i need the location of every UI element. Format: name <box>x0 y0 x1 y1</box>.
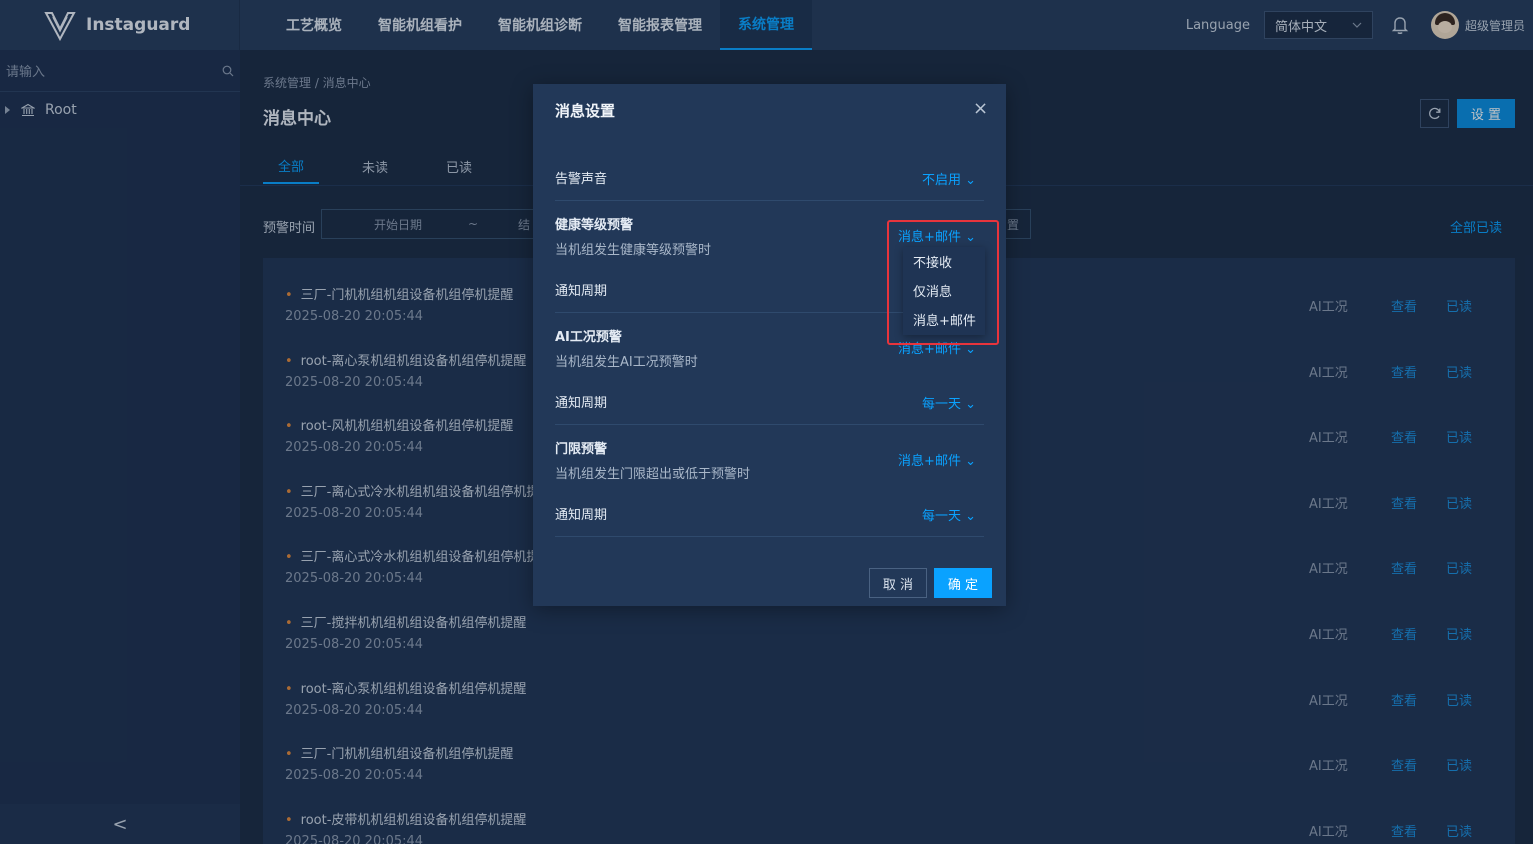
threshold-alert-select[interactable]: 消息+邮件 ⌄ <box>898 450 976 469</box>
threshold-cycle-row: 通知周期 每一天 ⌄ <box>555 504 984 524</box>
chevron-down-icon: ⌄ <box>965 509 976 524</box>
threshold-cycle-select[interactable]: 每一天 ⌄ <box>922 505 976 524</box>
chevron-down-icon: ⌄ <box>965 454 976 469</box>
highlight-annotation-box <box>887 220 999 345</box>
chevron-down-icon: ⌄ <box>965 397 976 412</box>
ai-cycle-row: 通知周期 每一天 ⌄ <box>555 392 984 412</box>
ai-cycle-select[interactable]: 每一天 ⌄ <box>922 393 976 412</box>
divider <box>555 200 984 201</box>
confirm-button[interactable]: 确 定 <box>934 568 992 598</box>
threshold-alert-row: 门限预警 当机组发生门限超出或低于预警时 消息+邮件 ⌄ <box>555 438 984 482</box>
cancel-button[interactable]: 取 消 <box>869 568 927 598</box>
threshold-alert-value: 消息+邮件 <box>898 454 961 469</box>
ai-cycle-value: 每一天 <box>921 397 961 412</box>
divider <box>555 536 984 537</box>
alarm-sound-select[interactable]: 不启用 ⌄ <box>922 169 976 188</box>
threshold-cycle-value: 每一天 <box>921 509 961 524</box>
ai-cycle-label: 通知周期 <box>555 396 608 411</box>
threshold-cycle-label: 通知周期 <box>555 508 608 523</box>
close-icon[interactable]: × <box>973 98 988 119</box>
divider <box>555 424 984 425</box>
alarm-sound-value: 不启用 <box>921 173 961 188</box>
alarm-sound-row: 告警声音 不启用 ⌄ <box>555 168 984 188</box>
message-settings-modal: 消息设置 × 告警声音 不启用 ⌄ 健康等级预警 当机组发生健康等级预警时 消息… <box>533 84 1006 606</box>
modal-title: 消息设置 <box>555 102 616 120</box>
alarm-sound-label: 告警声音 <box>555 172 608 187</box>
chevron-down-icon: ⌄ <box>965 173 976 188</box>
